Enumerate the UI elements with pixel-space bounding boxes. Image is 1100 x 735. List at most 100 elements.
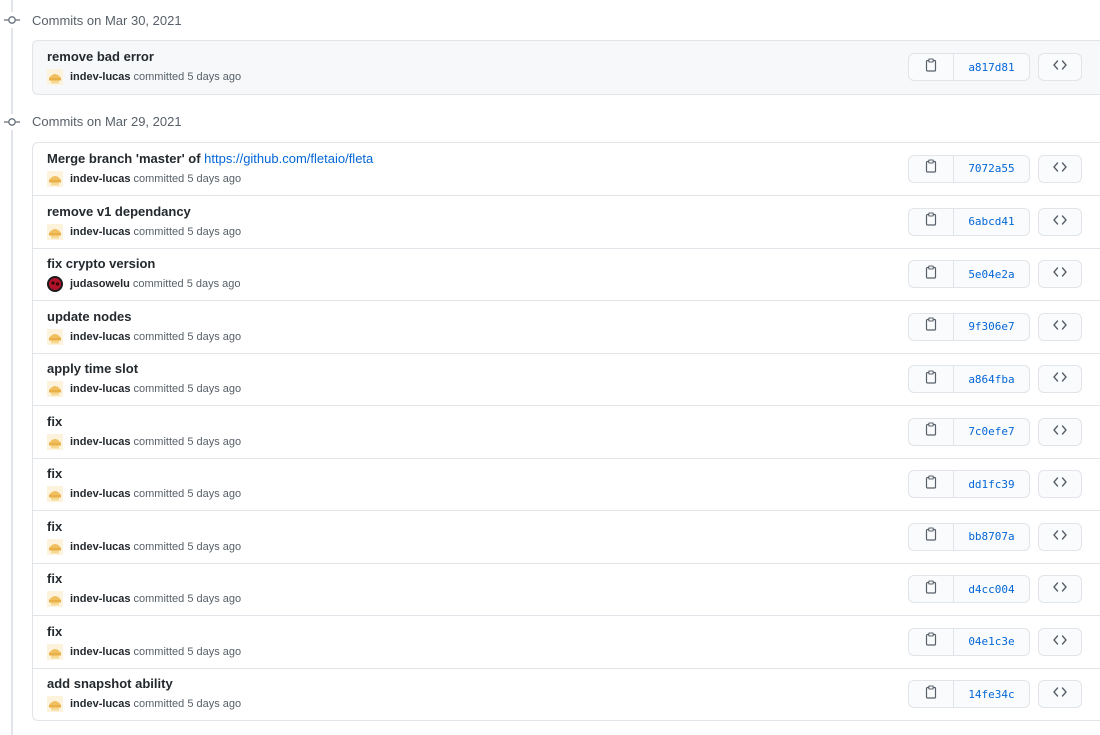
copy-sha-button[interactable] xyxy=(909,313,954,340)
commit-title-text[interactable]: fix xyxy=(47,624,62,639)
commit-author[interactable]: indev-lucas xyxy=(70,540,131,554)
commit-author[interactable]: indev-lucas xyxy=(70,435,131,449)
commit-time: committed 5 days ago xyxy=(133,593,242,606)
commit-author[interactable]: judasowelu xyxy=(70,277,130,291)
clipboard-icon xyxy=(925,580,937,599)
clipboard-icon xyxy=(925,422,937,441)
code-icon xyxy=(1053,58,1067,76)
clipboard-icon xyxy=(925,265,937,284)
commit-author[interactable]: indev-lucas xyxy=(70,330,131,344)
avatar[interactable] xyxy=(47,643,63,660)
commit-sha-link[interactable]: 5e04e2a xyxy=(954,261,1029,287)
sha-button-group: 14fe34c xyxy=(908,680,1030,709)
browse-repo-button[interactable] xyxy=(1038,627,1082,656)
copy-sha-button[interactable] xyxy=(909,208,954,235)
commit-author[interactable]: indev-lucas xyxy=(70,697,131,711)
avatar[interactable] xyxy=(47,276,63,293)
copy-sha-button[interactable] xyxy=(909,366,954,393)
browse-repo-button[interactable] xyxy=(1038,365,1082,394)
browse-repo-button[interactable] xyxy=(1038,207,1082,236)
code-icon xyxy=(1053,318,1067,336)
commit-sha-link[interactable]: 14fe34c xyxy=(954,681,1029,707)
commit-sha-link[interactable]: 7c0efe7 xyxy=(954,419,1029,445)
browse-repo-button[interactable] xyxy=(1038,53,1082,82)
commit-sha-link[interactable]: 9f306e7 xyxy=(954,314,1029,340)
commit-author[interactable]: indev-lucas xyxy=(70,645,131,659)
commit-actions: d4cc004 xyxy=(908,575,1082,604)
commit-time: committed 5 days ago xyxy=(133,435,242,448)
browse-repo-button[interactable] xyxy=(1038,154,1082,183)
avatar[interactable] xyxy=(47,486,63,503)
commit-title-text[interactable]: add snapshot ability xyxy=(47,676,173,691)
commit-title-text[interactable]: fix xyxy=(47,519,62,534)
copy-sha-button[interactable] xyxy=(909,576,954,603)
browse-repo-button[interactable] xyxy=(1038,417,1082,446)
copy-sha-button[interactable] xyxy=(909,628,954,655)
commit-group: Commits on Mar 29, 2021 Merge branch 'ma… xyxy=(0,102,1100,721)
browse-repo-button[interactable] xyxy=(1038,260,1082,289)
commit-title-link[interactable]: https://github.com/fletaio/fleta xyxy=(204,151,373,166)
avatar[interactable] xyxy=(47,591,63,608)
commit-title-text[interactable]: fix xyxy=(47,466,62,481)
commit-time: committed 5 days ago xyxy=(133,488,242,501)
commit-actions: 14fe34c xyxy=(908,680,1082,709)
browse-repo-button[interactable] xyxy=(1038,312,1082,341)
commit-title-text[interactable]: remove v1 dependancy xyxy=(47,204,191,219)
commit-title-text[interactable]: fix xyxy=(47,414,62,429)
sha-button-group: 6abcd41 xyxy=(908,207,1030,236)
avatar[interactable] xyxy=(47,433,63,450)
commit-title-text[interactable]: remove bad error xyxy=(47,49,154,64)
commit-sha-link[interactable]: bb8707a xyxy=(954,524,1029,550)
code-icon xyxy=(1053,633,1067,651)
commit-title-text[interactable]: update nodes xyxy=(47,309,132,324)
commit-author[interactable]: indev-lucas xyxy=(70,382,131,396)
copy-sha-button[interactable] xyxy=(909,523,954,550)
commit-title-text[interactable]: fix crypto version xyxy=(47,256,155,271)
code-icon xyxy=(1053,685,1067,703)
avatar[interactable] xyxy=(47,696,63,713)
commit-sha-link[interactable]: a817d81 xyxy=(954,54,1029,80)
commit-actions: dd1fc39 xyxy=(908,470,1082,499)
copy-sha-button[interactable] xyxy=(909,681,954,708)
commit-group: Commits on Mar 30, 2021 remove bad error… xyxy=(0,0,1100,95)
commit-sha-link[interactable]: 04e1c3e xyxy=(954,629,1029,655)
commit-list: Merge branch 'master' of https://github.… xyxy=(32,141,1100,721)
sha-button-group: 7c0efe7 xyxy=(908,417,1030,446)
copy-sha-button[interactable] xyxy=(909,155,954,182)
copy-sha-button[interactable] xyxy=(909,54,954,81)
avatar[interactable] xyxy=(47,538,63,555)
commit-sha-link[interactable]: d4cc004 xyxy=(954,576,1029,602)
copy-sha-button[interactable] xyxy=(909,261,954,288)
commit-author[interactable]: indev-lucas xyxy=(70,487,131,501)
commit-author[interactable]: indev-lucas xyxy=(70,225,131,239)
sha-button-group: 7072a55 xyxy=(908,154,1030,183)
avatar[interactable] xyxy=(47,328,63,345)
browse-repo-button[interactable] xyxy=(1038,575,1082,604)
commit-time: committed 5 days ago xyxy=(133,698,242,711)
browse-repo-button[interactable] xyxy=(1038,470,1082,499)
sha-button-group: a864fba xyxy=(908,365,1030,394)
code-icon xyxy=(1053,580,1067,598)
commit-title-text[interactable]: fix xyxy=(47,571,62,586)
commit-time: committed 5 days ago xyxy=(132,278,241,291)
avatar[interactable] xyxy=(47,69,63,86)
commit-sha-link[interactable]: 6abcd41 xyxy=(954,209,1029,235)
commit-actions: a817d81 xyxy=(908,53,1082,82)
browse-repo-button[interactable] xyxy=(1038,522,1082,551)
commit-actions: 5e04e2a xyxy=(908,260,1082,289)
commit-title-text[interactable]: apply time slot xyxy=(47,361,138,376)
avatar[interactable] xyxy=(47,170,63,187)
commit-author[interactable]: indev-lucas xyxy=(70,592,131,606)
commit-author[interactable]: indev-lucas xyxy=(70,172,131,186)
avatar[interactable] xyxy=(47,223,63,240)
browse-repo-button[interactable] xyxy=(1038,680,1082,709)
commit-title-text[interactable]: Merge branch 'master' of xyxy=(47,151,204,166)
commit-sha-link[interactable]: 7072a55 xyxy=(954,156,1029,182)
avatar[interactable] xyxy=(47,381,63,398)
copy-sha-button[interactable] xyxy=(909,418,954,445)
commit-sha-link[interactable]: dd1fc39 xyxy=(954,471,1029,497)
commit-author[interactable]: indev-lucas xyxy=(70,70,131,84)
sha-button-group: 5e04e2a xyxy=(908,260,1030,289)
copy-sha-button[interactable] xyxy=(909,471,954,498)
commit-sha-link[interactable]: a864fba xyxy=(954,366,1029,392)
